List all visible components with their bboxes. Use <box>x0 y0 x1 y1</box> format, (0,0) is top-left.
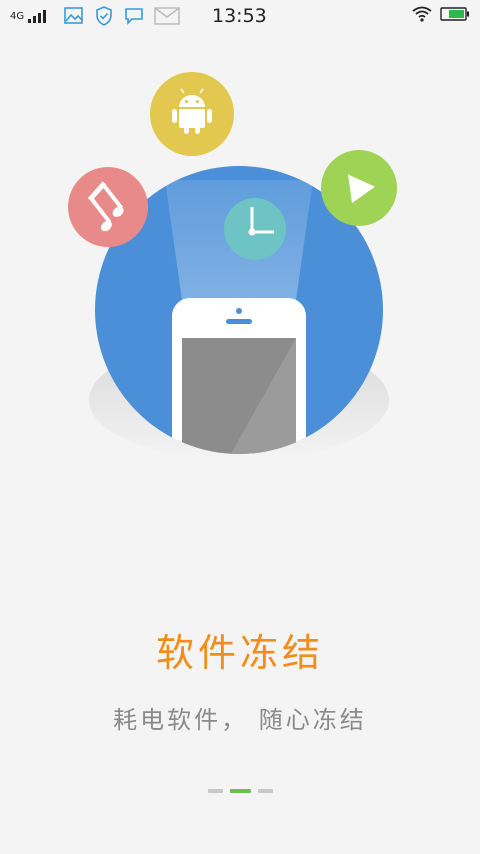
page-indicator-dot[interactable] <box>257 789 273 793</box>
hero-illustration <box>68 72 397 460</box>
android-icon <box>150 72 234 156</box>
page-indicator-dot[interactable] <box>207 789 223 793</box>
page-title: 软件冻结 <box>155 631 324 675</box>
page-subtitle: 耗电软件， 随心冻结 <box>113 706 367 734</box>
phone-icon <box>172 298 306 454</box>
play-icon <box>321 150 397 226</box>
clock-icon <box>224 198 286 260</box>
page-indicator-dot-active[interactable] <box>229 789 251 793</box>
page-indicator <box>0 789 480 795</box>
music-note-icon <box>68 167 148 247</box>
